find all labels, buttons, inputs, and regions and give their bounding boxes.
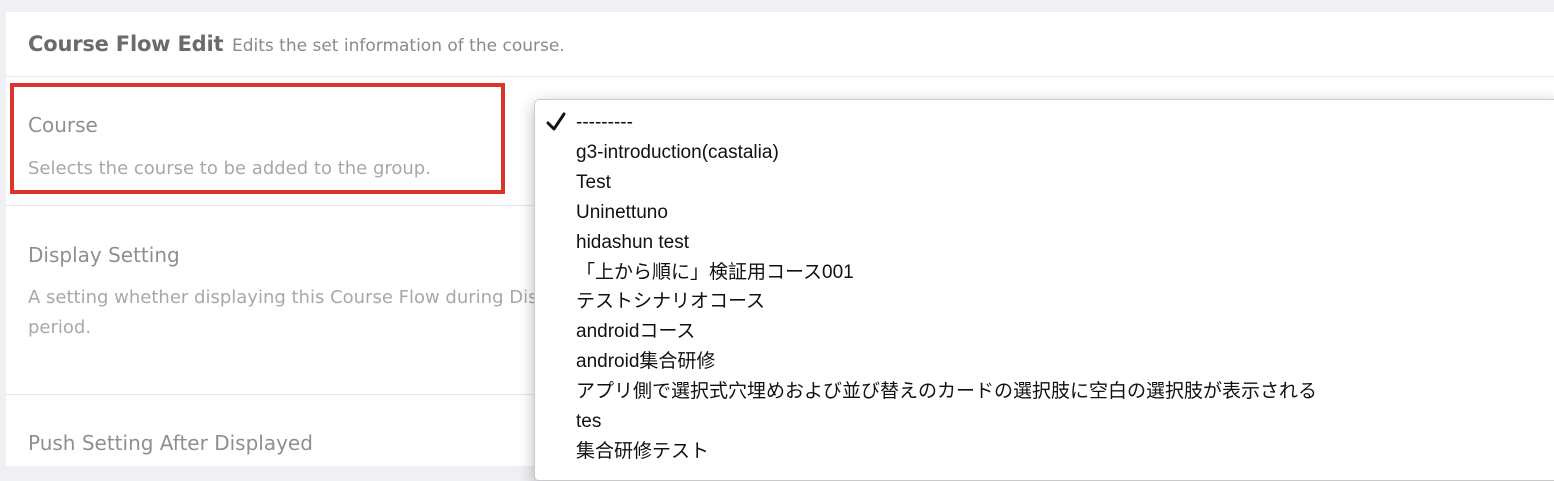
panel-header: Course Flow Edit Edits the set informati… [6,12,1554,77]
dropdown-option[interactable]: アプリ側で選択式穴埋めおよび並び替えのカードの選択肢に空白の選択肢が表示される [576,380,1317,404]
dropdown-option[interactable]: 集合研修テスト [576,440,709,464]
dropdown-option[interactable]: 「上から順に」検証用コース001 [576,261,854,285]
display-setting-description-line2: period. [28,317,92,338]
display-setting-description-line1: A setting whether displaying this Course… [28,287,549,308]
display-setting-label: Display Setting [28,243,180,267]
dropdown-option[interactable]: Uninettuno [576,201,668,225]
dropdown-option[interactable]: android集合研修 [576,350,715,374]
page-subtitle: Edits the set information of the course. [232,36,565,56]
dropdown-option[interactable]: g3-introduction(castalia) [576,141,779,165]
push-setting-label: Push Setting After Displayed [28,431,313,455]
course-highlight-annotation [10,83,505,194]
dropdown-option[interactable]: hidashun test [576,231,689,255]
dropdown-option[interactable]: --------- [576,111,633,135]
dropdown-option[interactable]: tes [576,410,601,434]
course-select-dropdown[interactable]: --------- g3-introduction(castalia) Test… [534,99,1554,481]
dropdown-option[interactable]: テストシナリオコース [576,290,765,314]
page-title: Course Flow Edit [28,32,224,56]
dropdown-option[interactable]: androidコース [576,320,695,344]
dropdown-option[interactable]: Test [576,171,611,195]
checkmark-icon [546,112,566,131]
